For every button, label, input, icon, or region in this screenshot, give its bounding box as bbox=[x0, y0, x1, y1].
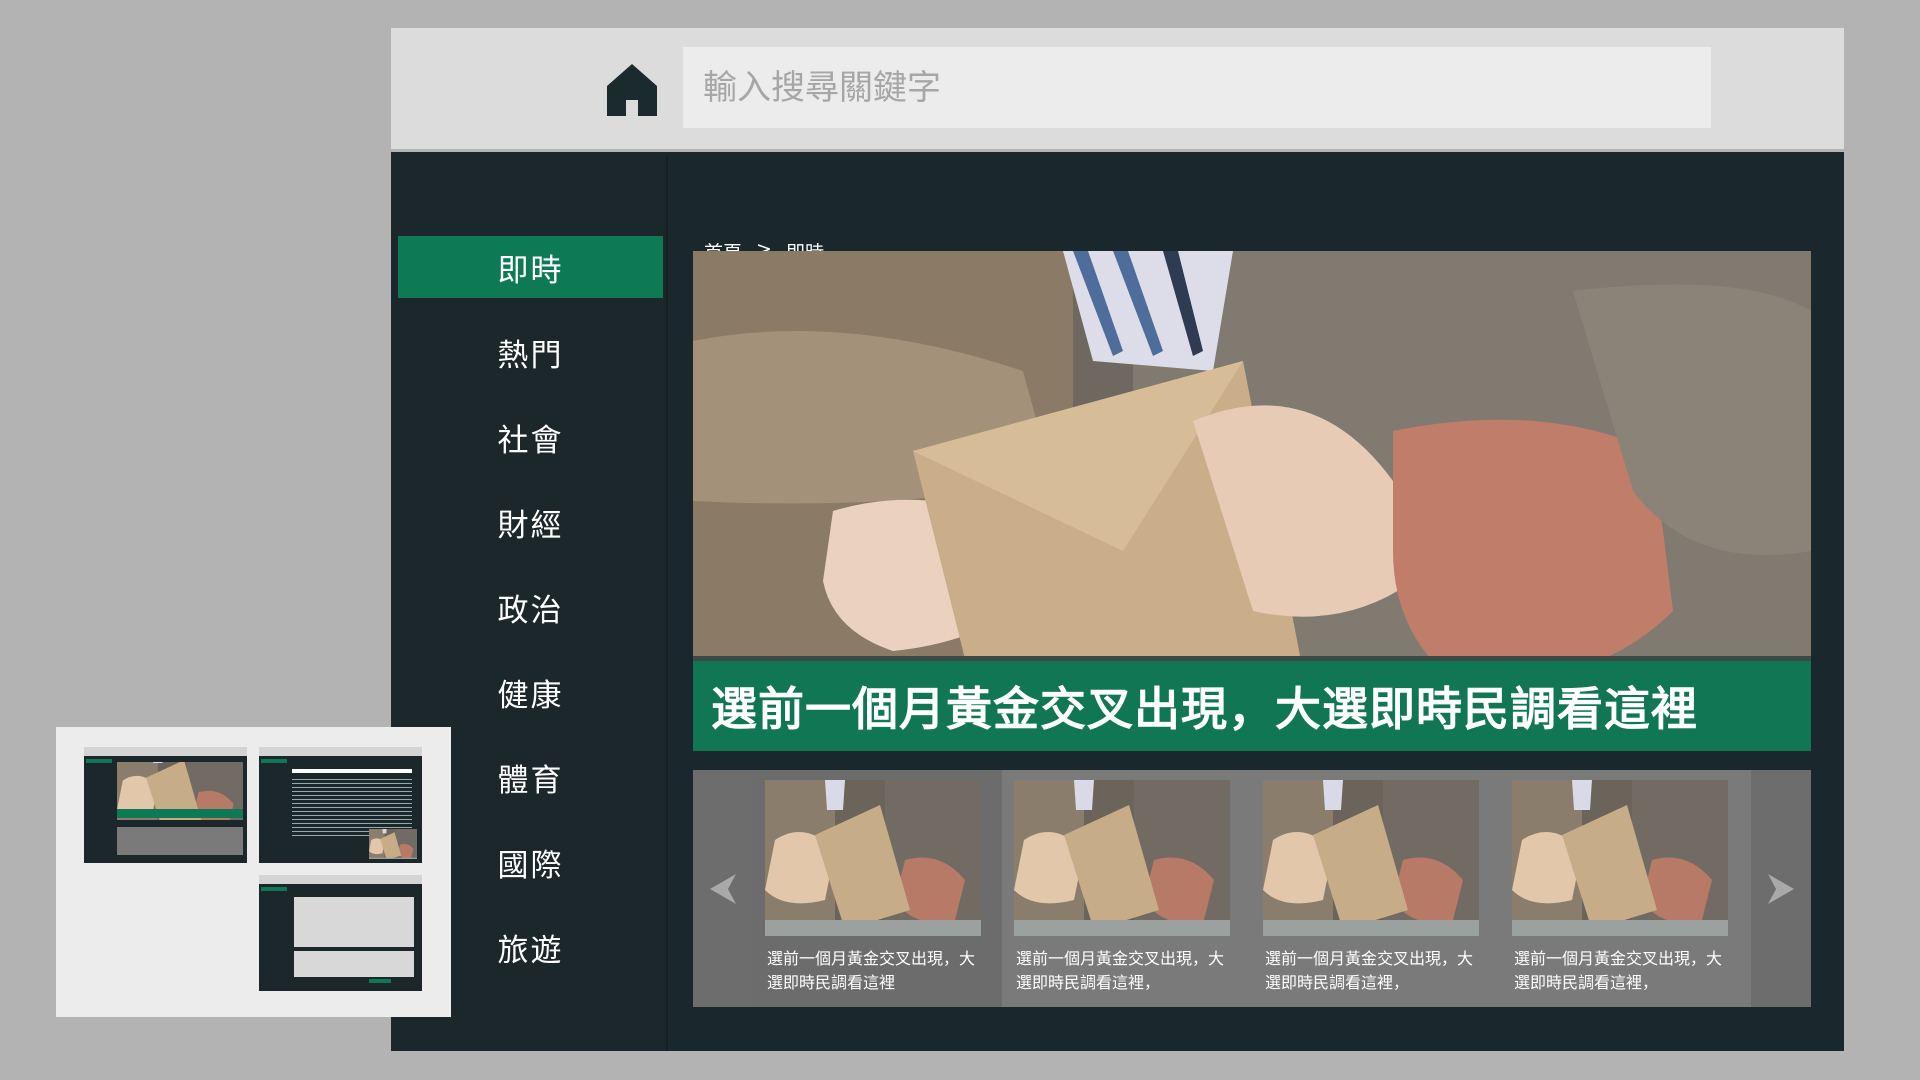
preview-thumbnail-form bbox=[259, 875, 422, 991]
sidebar-item-health[interactable]: 健康 bbox=[398, 661, 663, 723]
main-content: 首頁 > 即時 選前一個月黃金交叉出現，大選 bbox=[670, 155, 1844, 1051]
sidebar-item-popular[interactable]: 熱門 bbox=[398, 321, 663, 383]
sidebar-item-label: 國際 bbox=[497, 847, 564, 884]
sidebar-item-label: 旅遊 bbox=[497, 932, 564, 969]
card-thumbnail bbox=[1512, 780, 1728, 936]
sidebar-item-label: 社會 bbox=[497, 422, 564, 459]
sidebar-item-society[interactable]: 社會 bbox=[398, 406, 663, 468]
sidebar-item-label: 即時 bbox=[497, 252, 564, 289]
article-carousel: 選前一個月黃金交叉出現，大選即時民調看這裡 選前一個月黃金交叉出現，大選即時民調… bbox=[693, 770, 1811, 1007]
card-title: 選前一個月黃金交叉出現，大選即時民調看這裡， bbox=[1016, 949, 1225, 992]
carousel-card[interactable]: 選前一個月黃金交叉出現，大選即時民調看這裡， bbox=[1251, 770, 1500, 1007]
card-title: 選前一個月黃金交叉出現，大選即時民調看這裡， bbox=[1265, 949, 1474, 992]
chevron-left-icon bbox=[710, 873, 736, 904]
carousel-card[interactable]: 選前一個月黃金交叉出現，大選即時民調看這裡， bbox=[1002, 770, 1251, 1007]
home-button[interactable] bbox=[605, 62, 659, 118]
sidebar-item-label: 健康 bbox=[497, 677, 564, 714]
home-icon bbox=[607, 64, 657, 116]
sidebar-item-politics[interactable]: 政治 bbox=[398, 576, 663, 638]
card-thumbnail bbox=[1263, 780, 1479, 936]
card-thumbnail bbox=[1014, 780, 1230, 936]
sidebar-item-finance[interactable]: 財經 bbox=[398, 491, 663, 553]
layout-preview-panel bbox=[56, 727, 451, 1017]
search-input[interactable] bbox=[683, 47, 1711, 128]
preview-thumbnail-home bbox=[84, 747, 247, 863]
hero-article[interactable]: 選前一個月黃金交叉出現，大選即時民調看這裡 bbox=[693, 251, 1811, 751]
sidebar-item-realtime[interactable]: 即時 bbox=[398, 236, 663, 298]
card-thumbnail bbox=[765, 780, 981, 936]
chevron-right-icon bbox=[1768, 873, 1794, 904]
sidebar-item-label: 政治 bbox=[497, 592, 564, 629]
carousel-card[interactable]: 選前一個月黃金交叉出現，大選即時民調看這裡 bbox=[753, 770, 1002, 1007]
top-bar bbox=[391, 28, 1844, 152]
preview-thumbnail-article bbox=[259, 747, 422, 863]
carousel-card[interactable]: 選前一個月黃金交叉出現，大選即時民調看這裡， bbox=[1500, 770, 1749, 1007]
sidebar-item-label: 熱門 bbox=[497, 337, 564, 374]
app-window: 即時 熱門 社會 財經 政治 健康 體育 國際 旅遊 首頁 > 即時 bbox=[391, 28, 1844, 1051]
carousel-prev-button[interactable] bbox=[693, 770, 753, 1007]
hero-caption[interactable]: 選前一個月黃金交叉出現，大選即時民調看這裡 bbox=[693, 661, 1811, 751]
sidebar-item-label: 體育 bbox=[497, 762, 564, 799]
card-title: 選前一個月黃金交叉出現，大選即時民調看這裡 bbox=[767, 949, 976, 992]
card-title: 選前一個月黃金交叉出現，大選即時民調看這裡， bbox=[1514, 949, 1723, 992]
sidebar-item-label: 財經 bbox=[497, 507, 564, 544]
carousel-next-button[interactable] bbox=[1751, 770, 1811, 1007]
